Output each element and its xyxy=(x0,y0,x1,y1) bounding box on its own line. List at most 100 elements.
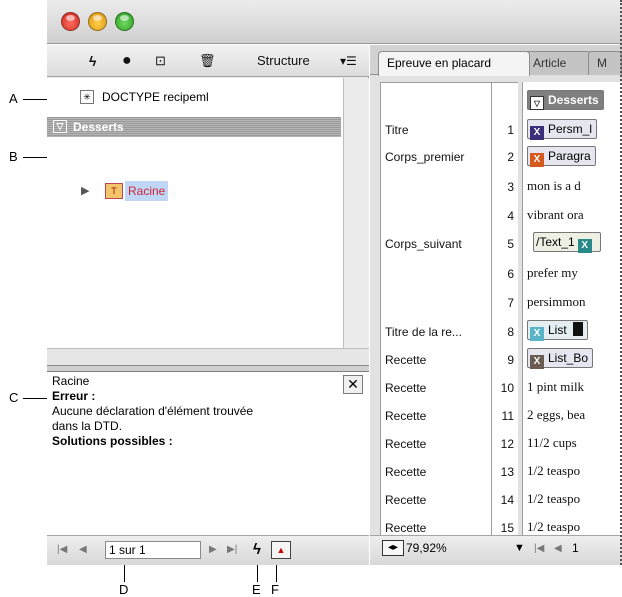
prev-page-icon[interactable]: ◀ xyxy=(79,544,87,555)
info-element-name: Racine xyxy=(52,374,90,388)
disclosure-down-icon[interactable]: ▽ xyxy=(53,120,67,133)
style-row-9: Recette xyxy=(385,353,427,367)
next-page-icon[interactable]: ▶ xyxy=(209,544,217,555)
list-tag-end xyxy=(572,322,583,336)
line-1: 1 xyxy=(507,123,514,137)
disclosure-right-icon[interactable]: ▶ xyxy=(81,180,89,202)
pager-value: 1 sur 1 xyxy=(109,543,146,557)
racine-label: Racine xyxy=(125,181,169,201)
line-8: 8 xyxy=(507,325,514,339)
line-10: 10 xyxy=(500,381,514,395)
list-tag[interactable]: X List xyxy=(527,320,588,341)
text-line-6: prefer my xyxy=(527,265,578,280)
tab-m[interactable]: M xyxy=(588,51,622,75)
text-line-12: 11/2 cups xyxy=(527,435,577,450)
tab-article[interactable]: Article xyxy=(524,51,592,75)
last-page-icon[interactable]: ▶| xyxy=(227,544,237,555)
close-window-button[interactable] xyxy=(61,12,80,31)
error-info-pane: Racine Erreur : Aucune déclaration d'élé… xyxy=(47,372,369,535)
story-editor-panel: Epreuve en placard Article M Titre Corps… xyxy=(370,45,622,565)
callout-e: E xyxy=(252,582,261,597)
title-bar xyxy=(47,0,622,44)
callout-a: A xyxy=(9,91,18,106)
line-13: 13 xyxy=(500,465,514,479)
style-row-11: Recette xyxy=(385,409,427,423)
style-row-2: Corps_premier xyxy=(385,150,465,164)
tag-x-icon: X xyxy=(530,153,544,167)
tag-x-icon: X xyxy=(530,126,544,140)
text-line-7: persimmon xyxy=(527,294,586,309)
text-line-3: mon is a d xyxy=(527,178,581,193)
attribute-dot-icon[interactable]: ● xyxy=(122,53,132,69)
racine-row[interactable]: ▶ T Racine xyxy=(47,180,343,202)
structure-tree: ✳ DOCTYPE recipeml ▽ Desserts ▶ T Racine xyxy=(47,78,343,348)
trash-icon[interactable]: 🗑 xyxy=(199,53,216,69)
paragraph-tag[interactable]: X Paragra xyxy=(527,146,596,167)
list-body-tag[interactable]: X List_Bo xyxy=(527,348,594,369)
style-row-12: Recette xyxy=(385,437,427,451)
story-footer: ◂▸ 79,92% ▼ |◀ ◀ 1 xyxy=(370,535,622,565)
info-solutions-label: Solutions possibles : xyxy=(52,434,173,448)
zoom-dropdown-icon[interactable]: ▼ xyxy=(514,542,525,554)
collapse-icon: ▽ xyxy=(530,96,544,110)
tab-galley[interactable]: Epreuve en placard xyxy=(378,51,530,76)
validate-lightning-icon[interactable]: ϟ xyxy=(253,541,261,558)
story-text-column[interactable]: ▽ Desserts X Persm_l X Paragra mon is a d v… xyxy=(522,82,622,537)
text-line-14: 1/2 teaspo xyxy=(527,491,581,506)
style-row-14: Recette xyxy=(385,493,427,507)
text-line-13: 1/2 teaspo xyxy=(527,463,581,478)
story-page-value[interactable]: 1 xyxy=(572,541,579,555)
structure-panel: ϟ ● ⊡ 🗑 Structure ▾☰ ✳ DOCTYPE recipeml … xyxy=(47,45,369,565)
desserts-tag[interactable]: ▽ Desserts xyxy=(527,90,604,110)
line-5: 5 xyxy=(507,237,514,251)
lightning-icon[interactable]: ϟ xyxy=(89,53,96,69)
line-4: 4 xyxy=(507,209,514,223)
line-15: 15 xyxy=(500,521,514,535)
style-row-15: Recette xyxy=(385,521,427,535)
line-number-column: 1 2 3 4 5 6 7 8 9 10 11 12 13 14 15 xyxy=(492,82,518,537)
text-line-4: vibrant ora xyxy=(527,207,584,222)
panel-menu-icon[interactable]: ▾☰ xyxy=(340,53,357,69)
pager-field[interactable]: 1 sur 1 xyxy=(105,541,201,559)
doctype-row[interactable]: ✳ DOCTYPE recipeml xyxy=(47,86,343,108)
info-error-text-2: dans la DTD. xyxy=(52,419,123,433)
style-row-1: Titre xyxy=(385,123,409,137)
info-error-label: Erreur : xyxy=(52,389,96,403)
line-14: 14 xyxy=(500,493,514,507)
tag-x-icon: X xyxy=(530,327,544,341)
close-info-button[interactable]: ✕ xyxy=(343,375,363,394)
line-12: 12 xyxy=(500,437,514,451)
callout-c: C xyxy=(9,390,19,405)
persm-tag-label: Persm_l xyxy=(548,122,593,136)
story-first-page-icon[interactable]: |◀ xyxy=(534,543,544,554)
zoom-window-button[interactable] xyxy=(115,12,134,31)
line-2: 2 xyxy=(507,150,514,164)
zoom-value[interactable]: 79,92% xyxy=(406,541,447,555)
style-row-8: Titre de la re... xyxy=(385,325,462,339)
element-warning-icon: T xyxy=(105,183,123,199)
desserts-row[interactable]: ▽ Desserts xyxy=(47,117,341,137)
callout-f: F xyxy=(271,582,279,597)
text-close-tag[interactable]: /Text_1 X xyxy=(533,232,601,253)
tree-horizontal-scrollbar[interactable] xyxy=(47,348,369,366)
desserts-label: Desserts xyxy=(73,120,124,134)
split-view-icon[interactable]: ◂▸ xyxy=(382,540,404,556)
line-3: 3 xyxy=(507,180,514,194)
line-7: 7 xyxy=(507,296,514,310)
doctype-icon: ✳ xyxy=(80,90,94,104)
show-errors-icon[interactable]: ▲ xyxy=(271,541,291,559)
list-body-tag-label: List_Bo xyxy=(548,351,589,365)
doctype-label: DOCTYPE recipeml xyxy=(102,90,209,104)
first-page-icon[interactable]: |◀ xyxy=(57,544,67,555)
story-tabbar: Epreuve en placard Article M xyxy=(370,45,622,76)
minimize-window-button[interactable] xyxy=(88,12,107,31)
text-close-tag-label: /Text_1 xyxy=(536,235,575,249)
tag-x-icon: X xyxy=(577,239,592,253)
style-row-13: Recette xyxy=(385,465,427,479)
new-element-icon[interactable]: ⊡ xyxy=(155,53,166,69)
line-9: 9 xyxy=(507,353,514,367)
story-prev-page-icon[interactable]: ◀ xyxy=(554,543,562,554)
persm-tag[interactable]: X Persm_l xyxy=(527,119,598,140)
style-row-5: Corps_suivant xyxy=(385,237,462,251)
tree-vertical-scrollbar[interactable] xyxy=(343,78,369,348)
